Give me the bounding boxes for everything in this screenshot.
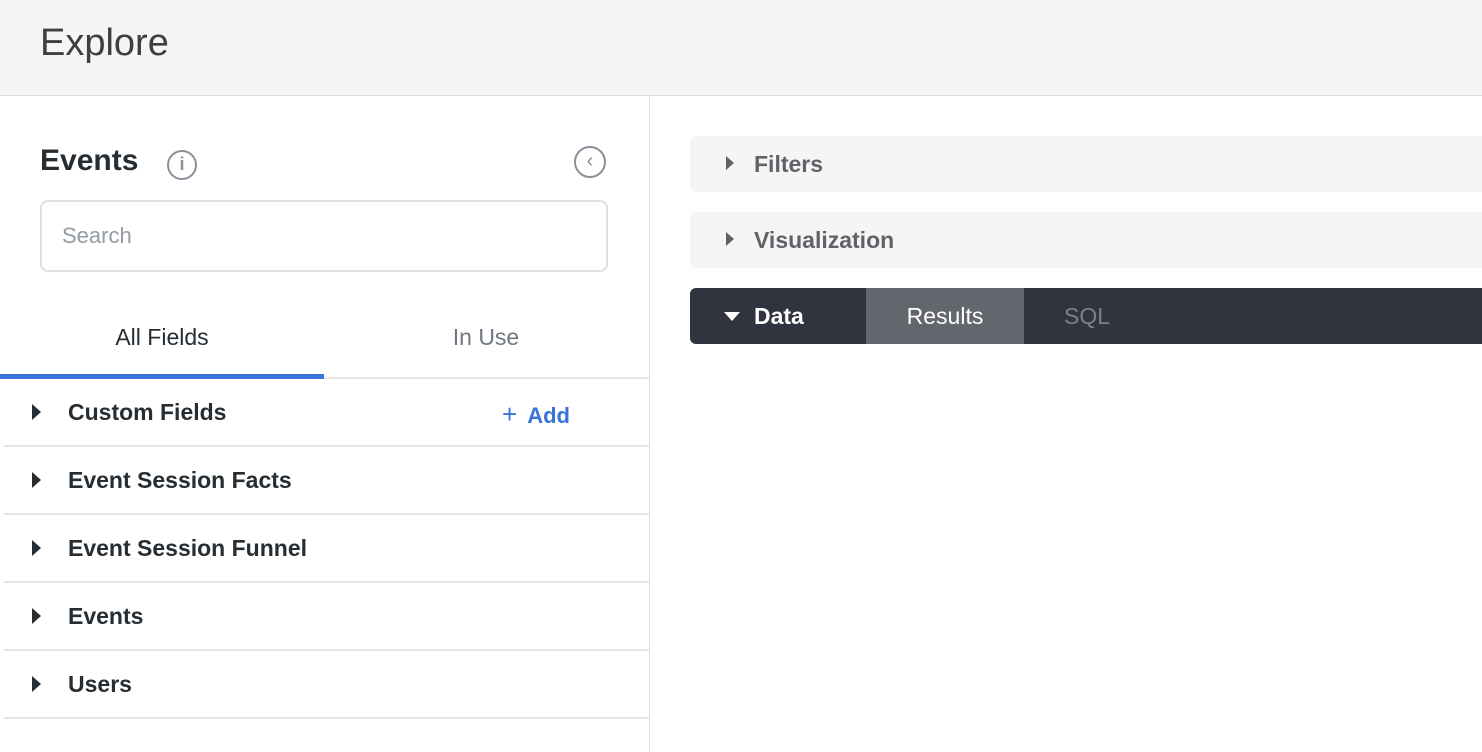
- caret-right-icon: [32, 540, 41, 556]
- app-header: Explore: [0, 0, 1482, 96]
- field-group-label: Event Session Facts: [68, 467, 292, 493]
- caret-right-icon: [32, 404, 41, 420]
- plus-icon: +: [502, 399, 518, 429]
- field-group-event-session-funnel[interactable]: Event Session Funnel: [4, 515, 649, 583]
- filters-label: Filters: [754, 151, 824, 177]
- field-group-list: Custom Fields + Add Event Session Facts E…: [4, 379, 649, 719]
- field-group-users[interactable]: Users: [4, 651, 649, 719]
- field-group-event-session-facts[interactable]: Event Session Facts: [4, 447, 649, 515]
- tab-in-use[interactable]: In Use: [324, 302, 648, 379]
- tab-all-fields[interactable]: All Fields: [0, 302, 324, 379]
- field-group-events[interactable]: Events: [4, 583, 649, 651]
- field-group-label: Custom Fields: [68, 399, 227, 425]
- explore-title: Events: [40, 144, 139, 177]
- data-panel-toggle[interactable]: Data: [754, 303, 804, 330]
- collapse-sidebar-icon[interactable]: ‹: [574, 146, 606, 178]
- tab-results[interactable]: Results: [866, 288, 1024, 344]
- field-group-label: Events: [68, 603, 144, 629]
- add-label: Add: [527, 403, 570, 428]
- caret-right-icon: [726, 232, 734, 246]
- add-custom-field-button[interactable]: + Add: [502, 399, 570, 430]
- field-group-custom-fields[interactable]: Custom Fields + Add: [4, 379, 649, 447]
- info-icon[interactable]: i: [167, 150, 197, 180]
- field-group-label: Event Session Funnel: [68, 535, 307, 561]
- caret-right-icon: [32, 608, 41, 624]
- caret-right-icon: [32, 676, 41, 692]
- caret-right-icon: [32, 472, 41, 488]
- search-input[interactable]: [40, 200, 608, 272]
- page-title: Explore: [40, 22, 169, 64]
- filters-panel-toggle[interactable]: Filters: [690, 136, 1482, 192]
- tab-sql[interactable]: SQL: [1024, 288, 1150, 344]
- field-tabs: All Fields In Use: [0, 302, 649, 379]
- data-panel-bar: Data Results SQL: [690, 288, 1482, 344]
- field-picker-sidebar: Events i ‹ All Fields In Use Custom Fiel…: [0, 96, 650, 752]
- field-group-label: Users: [68, 671, 132, 697]
- visualization-label: Visualization: [754, 227, 895, 253]
- visualization-panel-toggle[interactable]: Visualization: [690, 212, 1482, 268]
- caret-down-icon[interactable]: [724, 312, 740, 321]
- caret-right-icon: [726, 156, 734, 170]
